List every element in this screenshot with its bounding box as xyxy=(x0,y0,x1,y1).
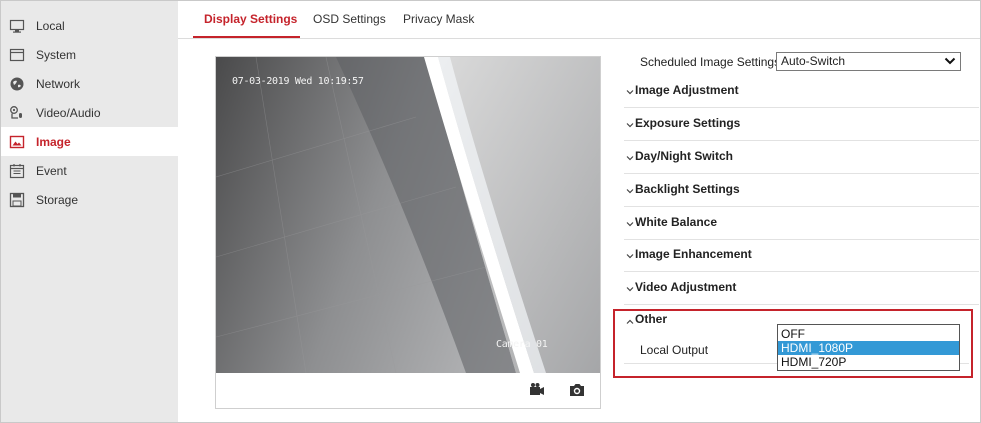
section-label: Exposure Settings xyxy=(635,116,741,130)
local-output-label: Local Output xyxy=(640,343,709,357)
window-icon xyxy=(9,47,25,63)
section-label: Other xyxy=(635,312,668,326)
video-frame-graphic xyxy=(216,57,600,373)
sidebar-item-video-audio[interactable]: Video/Audio xyxy=(1,98,178,127)
sidebar: Local System Network Video/Audio Image E… xyxy=(1,1,178,422)
osd-timestamp: 07-03-2019 Wed 10:19:57 xyxy=(232,76,364,87)
globe-icon xyxy=(9,76,25,92)
sidebar-item-label: Video/Audio xyxy=(36,105,101,120)
chevron-down-icon xyxy=(626,249,634,259)
section-day-night-switch[interactable]: Day/Night Switch xyxy=(624,141,979,174)
section-image-adjustment[interactable]: Image Adjustment xyxy=(624,75,979,108)
active-tab-indicator xyxy=(193,36,300,38)
section-white-balance[interactable]: White Balance xyxy=(624,207,979,240)
image-icon xyxy=(9,134,25,150)
local-output-option-hdmi-1080p[interactable]: HDMI_1080P xyxy=(778,341,959,355)
section-label: Day/Night Switch xyxy=(635,149,734,163)
chevron-down-icon xyxy=(626,85,634,95)
section-label: Backlight Settings xyxy=(635,182,740,196)
scheduled-image-settings-label: Scheduled Image Settings xyxy=(640,55,781,69)
snapshot-icon[interactable] xyxy=(568,382,586,398)
section-label: Video Adjustment xyxy=(635,280,737,294)
sidebar-item-event[interactable]: Event xyxy=(1,156,178,185)
section-image-enhancement[interactable]: Image Enhancement xyxy=(624,239,979,272)
sidebar-item-network[interactable]: Network xyxy=(1,69,178,98)
section-video-adjustment[interactable]: Video Adjustment xyxy=(624,272,979,305)
tab-osd-settings[interactable]: OSD Settings xyxy=(313,12,386,26)
scheduled-image-settings-value: Auto-Switch xyxy=(781,54,846,68)
disk-icon xyxy=(9,192,25,208)
video-toolbar xyxy=(216,373,600,408)
local-output-option-off[interactable]: OFF xyxy=(778,327,959,341)
calendar-icon xyxy=(9,163,25,179)
sidebar-item-local[interactable]: Local xyxy=(1,11,178,40)
record-icon[interactable] xyxy=(528,382,546,398)
local-output-option-hdmi-720p[interactable]: HDMI_720P xyxy=(778,355,959,369)
tab-bar xyxy=(178,1,980,39)
tab-privacy-mask[interactable]: Privacy Mask xyxy=(403,12,474,26)
sidebar-item-label: System xyxy=(36,47,77,62)
section-exposure-settings[interactable]: Exposure Settings xyxy=(624,108,979,141)
chevron-down-icon xyxy=(626,151,634,161)
sidebar-item-label: Network xyxy=(36,76,81,91)
tab-display-settings[interactable]: Display Settings xyxy=(204,12,297,26)
chevron-down-icon xyxy=(944,55,956,72)
sidebar-item-image[interactable]: Image xyxy=(1,127,178,156)
local-output-dropdown[interactable]: OFF HDMI_1080P HDMI_720P xyxy=(777,324,960,371)
sidebar-item-system[interactable]: System xyxy=(1,40,178,69)
sidebar-item-label: Event xyxy=(36,163,67,178)
scheduled-image-settings-select[interactable]: Auto-Switch xyxy=(776,52,961,71)
section-label: White Balance xyxy=(635,215,718,229)
live-video[interactable]: 07-03-2019 Wed 10:19:57 Camera 01 xyxy=(216,57,600,373)
sidebar-item-label: Storage xyxy=(36,192,79,207)
sidebar-item-label: Local xyxy=(36,18,65,33)
section-label: Image Adjustment xyxy=(635,83,739,97)
live-view-panel: 07-03-2019 Wed 10:19:57 Camera 01 xyxy=(215,56,601,409)
chevron-down-icon xyxy=(626,282,634,292)
chevron-up-icon xyxy=(626,315,634,324)
camera-mic-icon xyxy=(9,105,25,121)
chevron-down-icon xyxy=(626,217,634,227)
osd-camera-name: Camera 01 xyxy=(496,339,548,350)
chevron-down-icon xyxy=(626,118,634,128)
chevron-down-icon xyxy=(626,184,634,194)
section-label: Image Enhancement xyxy=(635,247,752,261)
sidebar-item-label: Image xyxy=(36,134,71,149)
section-backlight-settings[interactable]: Backlight Settings xyxy=(624,174,979,207)
sidebar-item-storage[interactable]: Storage xyxy=(1,185,178,214)
monitor-icon xyxy=(9,18,25,34)
